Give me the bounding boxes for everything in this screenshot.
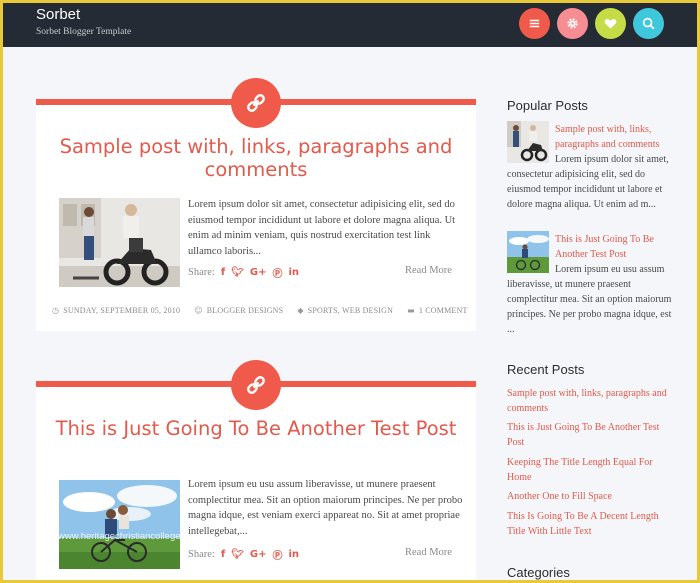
post-format-badge (231, 78, 281, 128)
twitter-icon[interactable]: 🐦︎ (231, 267, 244, 278)
user-icon: ☺ (194, 306, 203, 315)
post-format-badge (231, 360, 281, 410)
google-plus-icon[interactable]: G+ (250, 549, 267, 560)
popular-post-snippet: Lorem ipsum eu usu assum liberavisse, ut… (507, 264, 672, 335)
post-thumbnail[interactable] (59, 198, 180, 287)
watermark-text: www.heritagechristiancollege.com (58, 531, 202, 542)
page-frame: Sorbet Sorbet Blogger Template Sample po… (3, 3, 697, 580)
popular-post-title[interactable]: Sample post with, links, paragraphs and … (555, 122, 675, 152)
settings-button[interactable] (557, 8, 588, 39)
link-icon (247, 94, 265, 112)
recent-posts-heading: Recent Posts (507, 362, 585, 377)
pinterest-icon[interactable]: Ⓟ (272, 547, 282, 562)
couple-on-bicycle-image (59, 480, 180, 569)
post-author-text[interactable]: BLOGGER DESIGNS (207, 306, 284, 315)
post-comments-text[interactable]: 1 COMMENT (419, 306, 468, 315)
recent-post-link[interactable]: Another One to Fill Space (507, 489, 667, 504)
post-thumbnail[interactable] (59, 480, 180, 569)
post-meta: ◷ SUNDAY, SEPTEMBER 05, 2010 ☺ BLOGGER D… (52, 306, 468, 315)
post-card: This is Just Going To Be Another Test Po… (36, 360, 476, 580)
tag-icon: ◆ (297, 306, 304, 315)
popular-post-title[interactable]: This is Just Going To Be Another Test Po… (555, 232, 675, 262)
post-excerpt: Lorem ipsum eu usu assum liberavisse, ut… (188, 479, 463, 537)
recent-post-link[interactable]: This is Just Going To Be Another Test Po… (507, 420, 667, 450)
share-bar: Share: f 🐦︎ G+ Ⓟ in (188, 265, 299, 280)
top-navbar: Sorbet Sorbet Blogger Template (3, 3, 697, 47)
recent-post-link[interactable]: This Is Going To Be A Decent Length Titl… (507, 509, 667, 539)
pinterest-icon[interactable]: Ⓟ (272, 265, 282, 280)
share-label: Share: (188, 549, 215, 560)
linkedin-icon[interactable]: in (288, 549, 299, 560)
read-more-link[interactable]: Read More (405, 547, 452, 558)
twitter-icon[interactable]: 🐦︎ (231, 549, 244, 560)
post-labels[interactable]: ◆ SPORTS, WEB DESIGN (297, 306, 393, 315)
post-author[interactable]: ☺ BLOGGER DESIGNS (194, 306, 283, 315)
search-icon (642, 17, 655, 30)
search-button[interactable] (633, 8, 664, 39)
popular-posts-heading: Popular Posts (507, 98, 588, 113)
post-title[interactable]: Sample post with, links, paragraphs and … (36, 135, 476, 181)
post-labels-text[interactable]: SPORTS, WEB DESIGN (308, 306, 393, 315)
popular-post-snippet: Lorem ipsum dolor sit amet, consectetur … (507, 154, 669, 210)
link-icon (247, 376, 265, 394)
gear-icon (567, 18, 578, 29)
categories-heading: Categories (507, 565, 570, 580)
post-date-text: SUNDAY, SEPTEMBER 05, 2010 (63, 306, 181, 315)
facebook-icon[interactable]: f (221, 267, 225, 278)
google-plus-icon[interactable]: G+ (250, 267, 267, 278)
facebook-icon[interactable]: f (221, 549, 225, 560)
menu-icon (529, 19, 540, 28)
heart-icon (604, 19, 617, 29)
couple-on-motorcycle-image (59, 198, 180, 287)
site-description: Sorbet Blogger Template (36, 27, 132, 37)
favorites-button[interactable] (595, 8, 626, 39)
recent-post-link[interactable]: Sample post with, links, paragraphs and … (507, 386, 667, 416)
comment-icon: ▬ (407, 306, 415, 315)
clock-icon: ◷ (52, 306, 60, 315)
share-bar: Share: f 🐦︎ G+ Ⓟ in (188, 547, 299, 562)
post-excerpt: Lorem ipsum dolor sit amet, consectetur … (188, 199, 456, 257)
post-title[interactable]: This is Just Going To Be Another Test Po… (36, 417, 476, 440)
post-card: Sample post with, links, paragraphs and … (36, 78, 476, 331)
menu-button[interactable] (519, 8, 550, 39)
post-date: ◷ SUNDAY, SEPTEMBER 05, 2010 (52, 306, 180, 315)
recent-post-link[interactable]: Keeping The Title Length Equal For Home (507, 455, 667, 485)
share-label: Share: (188, 267, 215, 278)
read-more-link[interactable]: Read More (405, 265, 452, 276)
site-title[interactable]: Sorbet (36, 6, 80, 23)
post-comments[interactable]: ▬ 1 COMMENT (407, 306, 467, 315)
linkedin-icon[interactable]: in (288, 267, 299, 278)
